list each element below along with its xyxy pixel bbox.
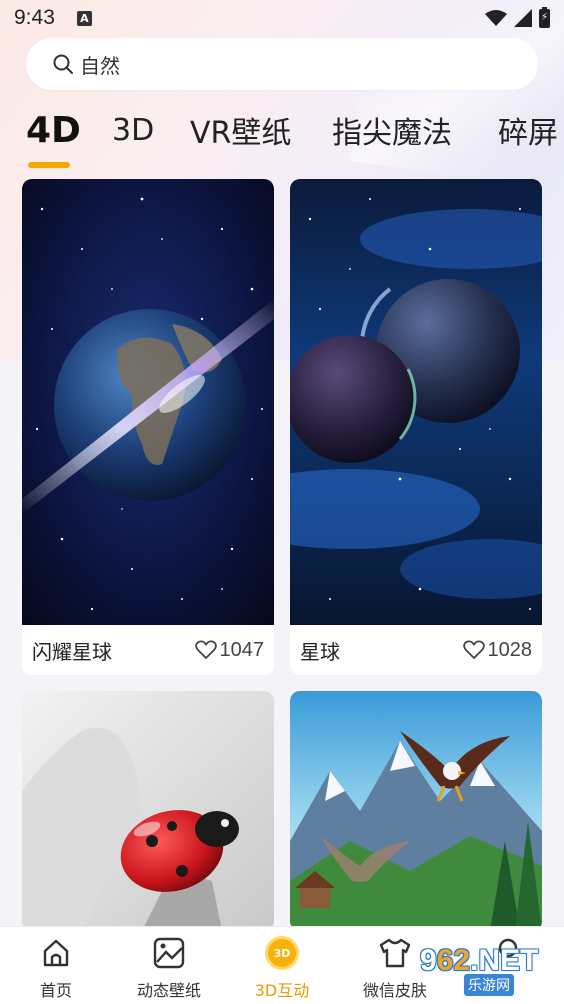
wifi-icon [485,10,507,26]
wallpaper-thumbnail [290,691,542,931]
status-bar: 9:43 A ⚡ [0,0,564,36]
wallpaper-title: 闪耀星球 [32,639,112,664]
nav-3d-interactive[interactable]: 3D 3D互动 [226,927,338,1004]
active-tab-indicator [28,162,70,168]
search-bar[interactable]: 自然 [26,38,538,90]
wallpaper-title: 星球 [300,639,340,664]
3d-icon: 3D [265,936,299,970]
tab-vr-wallpaper[interactable]: VR壁纸 [190,104,291,156]
nav-home[interactable]: 首页 [0,927,112,1004]
heart-icon [194,640,217,660]
wallpaper-thumbnail [290,179,542,625]
wallpaper-card[interactable] [290,691,542,931]
battery-icon: ⚡ [539,6,550,28]
tab-broken-screen[interactable]: 碎屏 [498,104,558,156]
tab-fingertip-magic[interactable]: 指尖魔法 [332,104,452,156]
category-tabs: 4D 3D VR壁纸 指尖魔法 碎屏 [0,104,564,174]
search-icon [53,54,73,74]
wallpaper-card[interactable]: 星球 1028 [290,179,542,675]
like-count[interactable]: 1047 [194,639,264,662]
wallpaper-thumbnail [22,691,274,931]
like-count[interactable]: 1028 [462,639,532,662]
nav-live-wallpaper[interactable]: 动态壁纸 [113,927,225,1004]
tab-4d[interactable]: 4D [26,104,81,156]
heart-icon [462,640,485,660]
wallpaper-card[interactable]: 闪耀星球 1047 [22,179,274,675]
home-icon [43,939,69,967]
wallpaper-card[interactable] [22,691,274,931]
shirt-icon [379,938,411,968]
wallpaper-thumbnail [22,179,274,625]
site-watermark: 962.NET 乐游网 [420,944,539,996]
signal-icon [514,9,532,27]
search-query: 自然 [80,53,120,78]
tab-3d[interactable]: 3D [112,104,154,156]
status-time: 9:43 [14,6,55,29]
image-icon [153,937,185,969]
notification-icon: A [76,10,92,26]
